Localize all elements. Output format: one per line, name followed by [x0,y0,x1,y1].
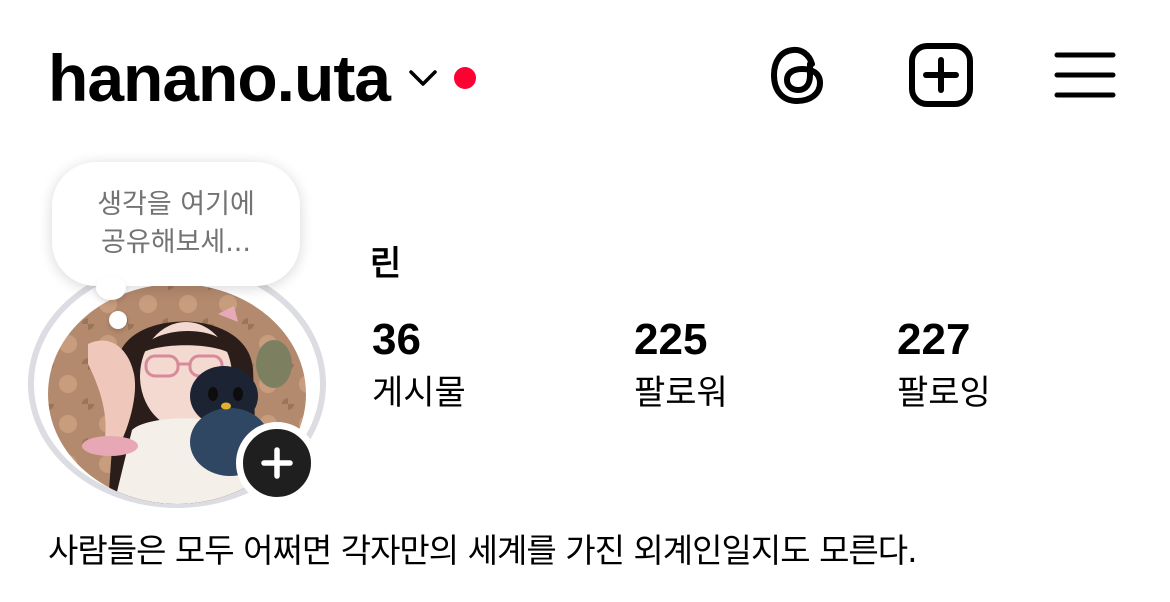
note-bubble[interactable]: 생각을 여기에 공유해보세... [52,162,300,286]
plus-icon [261,447,293,479]
followers-count: 225 [634,315,708,364]
posts-count: 36 [372,315,421,364]
profile-bio: 사람들은 모두 어쩌면 각자만의 세계를 가진 외계인일지도 모른다. [48,531,918,570]
display-name: 린 [370,244,402,284]
note-bubble-tail-dot [109,311,127,329]
followers-label: 팔로워 [634,373,728,413]
threads-icon[interactable] [763,40,833,110]
following-count: 227 [897,315,971,364]
top-bar: hanano.uta [0,0,1170,150]
following-stat[interactable]: 227 팔로잉 [897,312,991,418]
add-story-button[interactable] [236,422,318,504]
notification-dot [454,67,477,89]
note-bubble-tail [96,276,126,300]
create-icon[interactable] [906,40,976,110]
username[interactable]: hanano.uta [48,45,391,111]
note-placeholder-line-2: 공유해보세... [101,227,251,258]
note-placeholder-line-1: 생각을 여기에 [97,189,255,220]
profile-avatar-group [28,248,328,512]
posts-stat[interactable]: 36 게시물 [372,312,466,418]
following-label: 팔로잉 [897,373,991,413]
chevron-down-icon[interactable] [406,61,440,95]
account-switcher[interactable]: hanano.uta [48,38,477,118]
menu-icon[interactable] [1050,40,1120,110]
followers-stat[interactable]: 225 팔로워 [634,312,728,418]
posts-label: 게시물 [372,373,466,413]
